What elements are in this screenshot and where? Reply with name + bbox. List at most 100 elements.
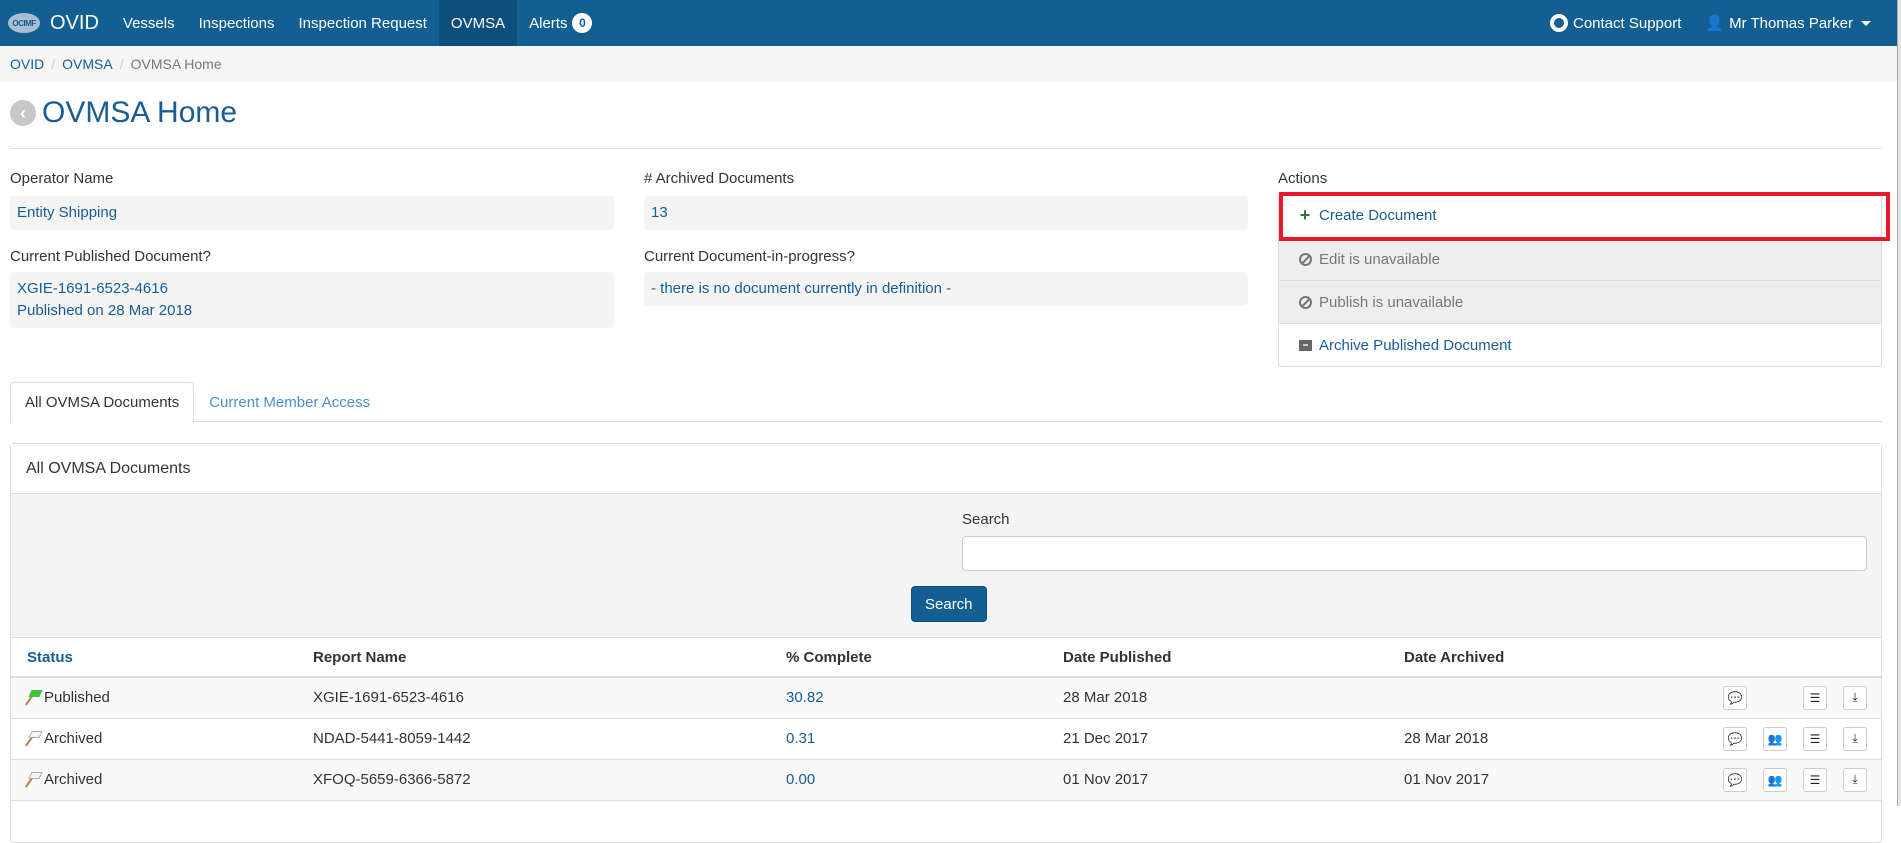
column-date-published: Date Published: [1047, 638, 1388, 678]
download-button[interactable]: ⤓: [1843, 767, 1867, 792]
actions-label: Actions: [1278, 170, 1328, 187]
date-archived-cell: 01 Nov 2017: [1388, 759, 1648, 801]
divider: [10, 148, 1882, 149]
download-icon: ⤓: [1852, 772, 1858, 786]
user-menu[interactable]: 👤 Mr Thomas Parker: [1693, 0, 1883, 46]
actions-list: + Create Document Edit is unavailable Pu…: [1278, 193, 1882, 367]
caret-down-icon: [1861, 20, 1871, 26]
column-date-archived: Date Archived: [1388, 638, 1648, 678]
details-list-button[interactable]: ☰: [1803, 767, 1827, 792]
published-document-link[interactable]: XGIE-1691-6523-4616: [17, 280, 168, 297]
percent-complete-cell: 30.82: [770, 677, 1047, 719]
page-title: ‹ OVMSA Home: [10, 96, 237, 130]
comments-button[interactable]: 💬: [1723, 767, 1747, 792]
users-icon: 👥: [1767, 731, 1783, 746]
report-name-cell: NDAD-5441-8059-1442: [297, 718, 770, 760]
percent-complete-link[interactable]: 0.31: [786, 730, 815, 747]
nav-vessels[interactable]: Vessels: [111, 0, 187, 46]
nav-alerts[interactable]: Alerts 0: [517, 0, 604, 46]
user-name: Mr Thomas Parker: [1729, 14, 1853, 32]
members-button[interactable]: 👥: [1763, 767, 1787, 792]
ban-icon: [1298, 252, 1312, 266]
list-icon: ☰: [1809, 690, 1821, 705]
download-icon: ⤓: [1852, 690, 1858, 705]
details-list-button[interactable]: ☰: [1803, 685, 1827, 710]
status-cell: Archived: [11, 759, 297, 801]
breadcrumb-separator: /: [51, 56, 56, 72]
column-status[interactable]: Status: [11, 638, 297, 678]
status-text: Archived: [44, 730, 103, 747]
operator-name-link[interactable]: Entity Shipping: [17, 204, 117, 221]
comments-icon: 💬: [1727, 731, 1743, 746]
tab-current-member-access[interactable]: Current Member Access: [194, 382, 385, 422]
search-button[interactable]: Search: [911, 586, 987, 622]
download-button[interactable]: ⤓: [1843, 726, 1867, 751]
report-name-cell: XGIE-1691-6523-4616: [297, 677, 770, 719]
archive-icon: [1298, 339, 1312, 351]
percent-complete-link[interactable]: 0.00: [786, 771, 815, 788]
breadcrumb: OVID / OVMSA / OVMSA Home: [0, 46, 1897, 82]
back-chevron-icon[interactable]: ‹: [10, 100, 36, 126]
edit-unavailable-item: Edit is unavailable: [1279, 237, 1881, 280]
archived-documents-label: # Archived Documents: [644, 170, 795, 187]
user-icon: 👤: [1705, 15, 1725, 32]
table-row: Published XGIE-1691-6523-4616 30.82 28 Mar …: [11, 677, 1881, 719]
top-navbar: OCIMF OVID Vessels Inspections Inspectio…: [0, 0, 1897, 46]
comments-icon: 💬: [1727, 772, 1743, 787]
tab-all-ovmsa-documents[interactable]: All OVMSA Documents: [10, 382, 195, 423]
brand-name: OVID: [50, 11, 99, 34]
white-flag-icon: [25, 772, 43, 788]
comments-button[interactable]: 💬: [1723, 685, 1747, 710]
nav-inspection-request[interactable]: Inspection Request: [287, 0, 439, 46]
date-published-cell: 28 Mar 2018: [1047, 677, 1388, 719]
date-published-cell: 21 Dec 2017: [1047, 718, 1388, 760]
breadcrumb-separator: /: [119, 56, 124, 72]
brand[interactable]: OCIMF OVID: [0, 0, 111, 46]
breadcrumb-ovmsa[interactable]: OVMSA: [62, 56, 113, 72]
panel-title: All OVMSA Documents: [11, 444, 1881, 494]
status-text: Archived: [44, 771, 103, 788]
download-icon: ⤓: [1852, 731, 1858, 745]
white-flag-icon: [25, 731, 43, 747]
status-cell: Published: [11, 677, 297, 719]
search-area: Search Search: [11, 494, 1881, 638]
nav-ovmsa[interactable]: OVMSA: [438, 0, 518, 46]
archive-published-document-button[interactable]: Archive Published Document: [1279, 323, 1881, 366]
tabs: All OVMSA Documents Current Member Acces…: [10, 382, 1882, 423]
percent-complete-cell: 0.31: [770, 718, 1047, 760]
comments-button[interactable]: 💬: [1723, 726, 1747, 751]
breadcrumb-ovid[interactable]: OVID: [10, 56, 44, 72]
contact-support-link[interactable]: Contact Support: [1538, 0, 1693, 46]
table-row: Archived XFOQ-5659-6366-5872 0.00 01 Nov 20…: [11, 759, 1881, 801]
published-document-label: Current Published Document?: [10, 248, 211, 265]
alerts-count-badge: 0: [572, 13, 593, 33]
list-icon: ☰: [1809, 731, 1821, 746]
row-actions-cell: 💬 👥 ☰ ⤓: [1648, 718, 1881, 760]
column-actions: [1648, 638, 1881, 678]
lifebuoy-icon: [1549, 14, 1568, 32]
operator-name-label: Operator Name: [10, 170, 114, 187]
archive-published-document-label: Archive Published Document: [1319, 336, 1512, 354]
page-title-text: OVMSA Home: [42, 96, 238, 129]
page-scrollbar[interactable]: [1897, 0, 1901, 806]
members-button[interactable]: 👥: [1763, 726, 1787, 751]
percent-complete-link[interactable]: 30.82: [786, 689, 824, 706]
column-report-name: Report Name: [297, 638, 770, 678]
row-actions-cell: 💬👥☰⤓: [1648, 677, 1881, 719]
publish-unavailable-label: Publish is unavailable: [1319, 293, 1464, 311]
ocimf-logo: OCIMF: [8, 13, 40, 33]
search-input[interactable]: [962, 536, 1867, 571]
date-archived-cell: 28 Mar 2018: [1388, 718, 1648, 760]
operator-name-value: Entity Shipping: [10, 196, 614, 230]
breadcrumb-current: OVMSA Home: [130, 56, 222, 72]
download-button[interactable]: ⤓: [1843, 685, 1867, 710]
archived-count-link[interactable]: 13: [651, 204, 668, 221]
percent-complete-cell: 0.00: [770, 759, 1047, 801]
create-document-button[interactable]: + Create Document: [1279, 194, 1881, 237]
list-icon: ☰: [1809, 772, 1821, 787]
report-name-cell: XFOQ-5659-6366-5872: [297, 759, 770, 801]
row-actions-cell: 💬 👥 ☰ ⤓: [1648, 759, 1881, 801]
details-list-button[interactable]: ☰: [1803, 726, 1827, 751]
date-archived-cell: [1388, 677, 1648, 719]
nav-inspections[interactable]: Inspections: [187, 0, 287, 46]
